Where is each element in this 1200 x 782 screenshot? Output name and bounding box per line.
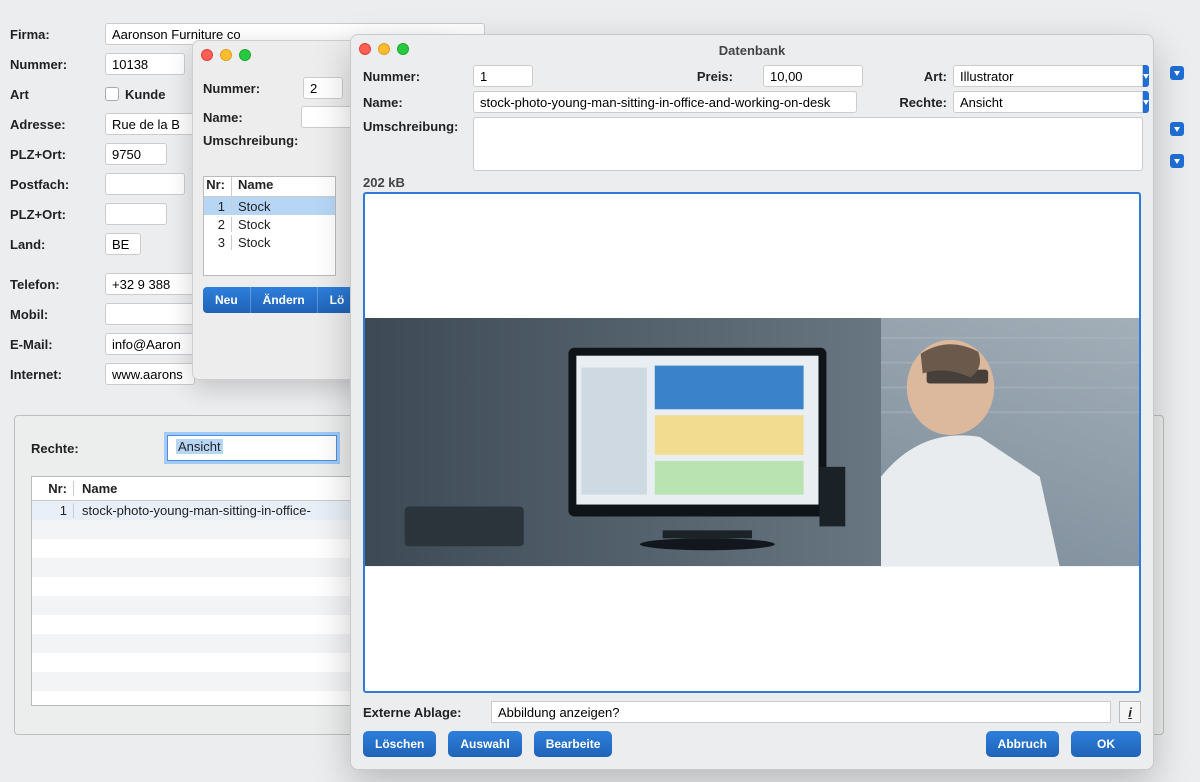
maximize-icon[interactable] bbox=[239, 49, 251, 61]
kunde-label: Kunde bbox=[125, 87, 165, 102]
db-art-value[interactable] bbox=[953, 65, 1143, 87]
aendern-button[interactable]: Ändern bbox=[250, 287, 317, 313]
email-input[interactable] bbox=[105, 333, 195, 355]
mid-name-label: Name: bbox=[203, 110, 301, 125]
chevron-down-icon[interactable] bbox=[1143, 91, 1149, 113]
mid-col-name[interactable]: Name bbox=[232, 177, 335, 196]
firma-label: Firma: bbox=[10, 27, 105, 42]
externe-label: Externe Ablage: bbox=[363, 705, 483, 720]
datenbank-dialog: Datenbank Nummer: Preis: Art: Name: Rech… bbox=[350, 34, 1154, 770]
land-input[interactable] bbox=[105, 233, 141, 255]
side-dropdown-indicators bbox=[1170, 66, 1184, 168]
rechte-value: Ansicht bbox=[176, 439, 223, 454]
db-preis-input[interactable] bbox=[763, 65, 863, 87]
image-preview[interactable] bbox=[363, 192, 1141, 693]
internet-label: Internet: bbox=[10, 367, 105, 382]
nummer-label: Nummer: bbox=[10, 57, 105, 72]
mid-table[interactable]: Nr: Name 1 Stock 2 Stock 3 Stock bbox=[203, 176, 336, 276]
close-icon[interactable] bbox=[359, 43, 371, 55]
db-preis-label: Preis: bbox=[697, 69, 739, 84]
mid-nummer-input[interactable] bbox=[303, 77, 343, 99]
dropdown-icon[interactable] bbox=[1170, 122, 1184, 136]
db-rechte-label: Rechte: bbox=[863, 95, 953, 110]
postfach-label: Postfach: bbox=[10, 177, 105, 192]
db-name-label: Name: bbox=[363, 95, 473, 110]
neu-button[interactable]: Neu bbox=[203, 287, 250, 313]
postfach-input[interactable] bbox=[105, 173, 185, 195]
db-name-input[interactable] bbox=[473, 91, 857, 113]
minimize-icon[interactable] bbox=[220, 49, 232, 61]
db-art-select[interactable] bbox=[953, 65, 1143, 87]
adresse-label: Adresse: bbox=[10, 117, 105, 132]
plz2-input[interactable] bbox=[105, 203, 167, 225]
rechte-select[interactable]: Ansicht bbox=[167, 435, 337, 461]
db-rechte-select[interactable] bbox=[953, 91, 1143, 113]
plzort-label: PLZ+Ort: bbox=[10, 147, 105, 162]
file-size-label: 202 kB bbox=[363, 175, 1141, 190]
art-label: Art bbox=[10, 87, 105, 102]
plzort2-label: PLZ+Ort: bbox=[10, 207, 105, 222]
window-controls bbox=[359, 43, 409, 55]
mobil-label: Mobil: bbox=[10, 307, 105, 322]
maximize-icon[interactable] bbox=[397, 43, 409, 55]
rechte-label: Rechte: bbox=[31, 441, 151, 456]
close-icon[interactable] bbox=[201, 49, 213, 61]
internet-input[interactable] bbox=[105, 363, 195, 385]
mid-umschreibung-label: Umschreibung: bbox=[203, 133, 303, 148]
minimize-icon[interactable] bbox=[378, 43, 390, 55]
land-label: Land: bbox=[10, 237, 105, 252]
mobil-input[interactable] bbox=[105, 303, 195, 325]
plz-input[interactable] bbox=[105, 143, 167, 165]
db-umschreibung-label: Umschreibung: bbox=[363, 117, 473, 134]
col-nr-header[interactable]: Nr: bbox=[32, 481, 74, 496]
table-row[interactable]: 3 Stock bbox=[204, 233, 335, 251]
window-controls bbox=[201, 49, 251, 61]
mid-nummer-label: Nummer: bbox=[203, 81, 303, 96]
db-rechte-value[interactable] bbox=[953, 91, 1143, 113]
chevron-down-icon[interactable] bbox=[1143, 65, 1149, 87]
db-nummer-label: Nummer: bbox=[363, 69, 473, 84]
telefon-input[interactable] bbox=[105, 273, 195, 295]
dropdown-icon[interactable] bbox=[1170, 154, 1184, 168]
table-row[interactable]: 2 Stock bbox=[204, 215, 335, 233]
abbruch-button[interactable]: Abbruch bbox=[986, 731, 1059, 757]
dialog-title: Datenbank bbox=[719, 43, 785, 58]
kunde-checkbox[interactable] bbox=[105, 87, 119, 101]
db-nummer-input[interactable] bbox=[473, 65, 533, 87]
db-umschreibung-input[interactable] bbox=[473, 117, 1143, 171]
dropdown-icon[interactable] bbox=[1170, 66, 1184, 80]
email-label: E-Mail: bbox=[10, 337, 105, 352]
auswahl-button[interactable]: Auswahl bbox=[448, 731, 521, 757]
mid-col-nr[interactable]: Nr: bbox=[204, 177, 232, 196]
nummer-input[interactable] bbox=[105, 53, 185, 75]
externe-input[interactable] bbox=[491, 701, 1111, 723]
telefon-label: Telefon: bbox=[10, 277, 105, 292]
db-art-label: Art: bbox=[863, 69, 953, 84]
table-row[interactable]: 1 Stock bbox=[204, 197, 335, 215]
ok-button[interactable]: OK bbox=[1071, 731, 1141, 757]
loeschen-button[interactable]: Löschen bbox=[363, 731, 436, 757]
info-icon[interactable]: i bbox=[1119, 701, 1141, 723]
bearbeite-button[interactable]: Bearbeite bbox=[534, 731, 613, 757]
